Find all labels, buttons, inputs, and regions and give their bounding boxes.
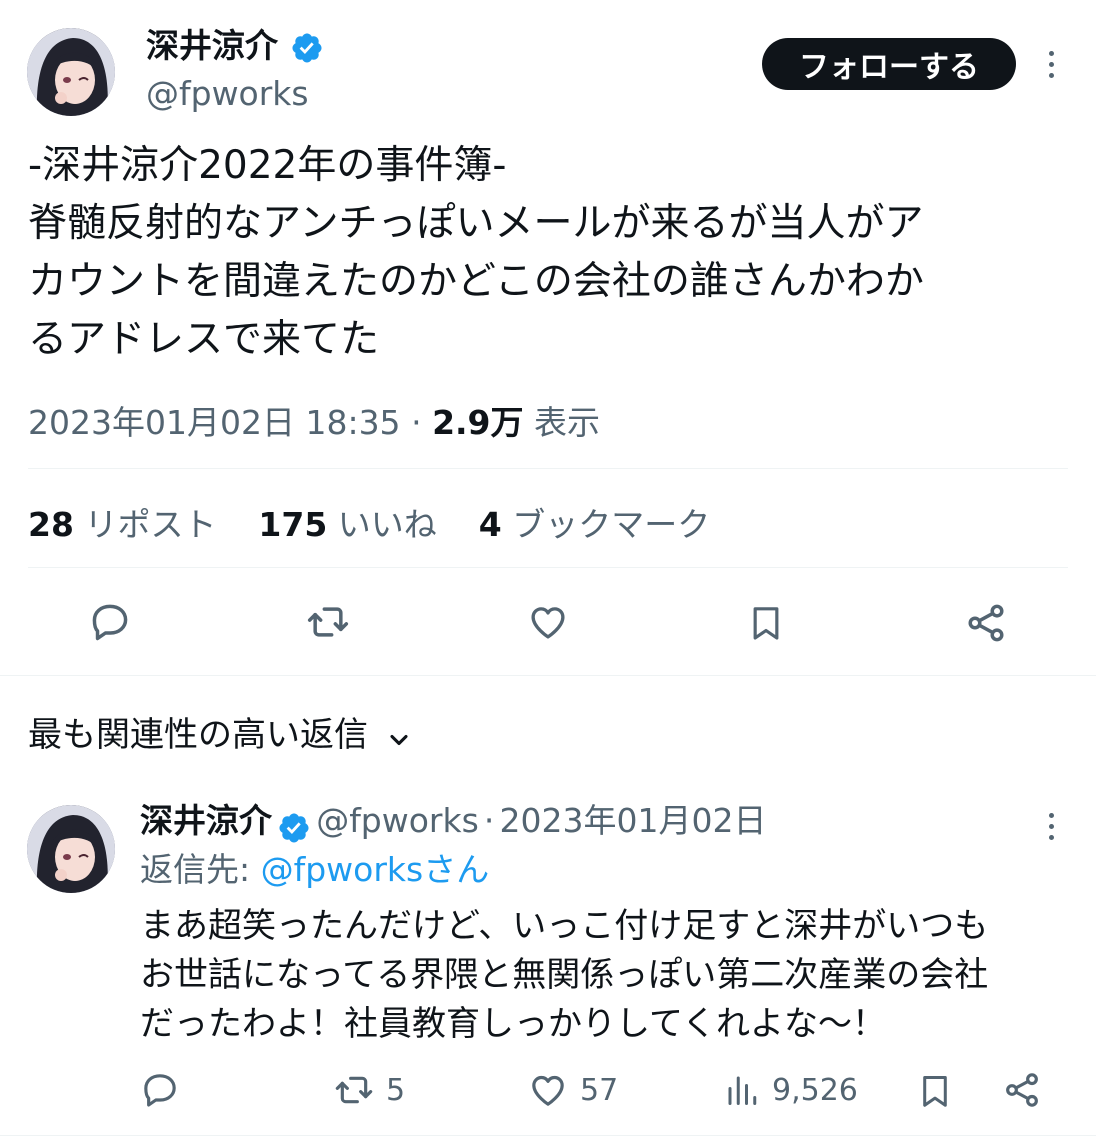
bookmarks-stat[interactable]: 4 ブックマーク (479, 505, 710, 544)
reply-retweet-action[interactable]: 5 (334, 1070, 405, 1110)
meta-separator: · (411, 403, 422, 442)
reply-to-prefix: 返信先: (140, 850, 261, 889)
author-name[interactable]: 深井涼介 (146, 26, 324, 66)
follow-button[interactable]: フォローする (762, 38, 1016, 90)
reply-author-handle[interactable]: @fpworks (316, 801, 479, 840)
bookmarks-label: ブックマーク (512, 505, 711, 544)
section-divider (0, 675, 1096, 676)
reply-to-handle-link[interactable]: @fpworksさん (261, 850, 490, 889)
replies-sort-label: 最も関連性の高い返信 (28, 715, 368, 755)
author-handle[interactable]: @fpworks (146, 74, 309, 114)
reply-icon[interactable] (140, 1070, 180, 1110)
tweet-meta: 2023年01月02日 18:35 · 2.9万 表示 (28, 396, 600, 444)
reply-author-name[interactable]: 深井涼介 (140, 801, 272, 840)
more-dots-icon[interactable] (1036, 44, 1066, 84)
divider (28, 468, 1068, 469)
like-count: 57 (580, 1072, 619, 1108)
bookmark-icon[interactable] (746, 600, 786, 646)
share-icon[interactable] (1002, 1070, 1042, 1110)
bookmarks-count: 4 (478, 505, 502, 544)
bookmark-icon[interactable] (916, 1070, 954, 1112)
verified-badge-icon (277, 811, 311, 845)
likes-label: いいね (337, 505, 437, 544)
retweet-icon[interactable] (305, 600, 351, 644)
reply-date[interactable]: 2023年01月02日 (500, 801, 767, 840)
views-label: 表示 (534, 403, 601, 442)
verified-badge-icon (290, 31, 324, 65)
views-count: 2.9万 (432, 403, 524, 442)
reply-author-avatar[interactable] (27, 805, 115, 893)
tweet-text: -深井涼介2022年の事件簿- 脊髄反射的なアンチっぽいメールが来るが当人がア … (28, 143, 924, 362)
share-icon[interactable] (964, 601, 1008, 645)
reply-to-line: 返信先: @fpworksさん (140, 850, 489, 890)
replies-sort-selector[interactable]: 最も関連性の高い返信 (28, 707, 413, 756)
reply-more-dots-icon[interactable] (1036, 806, 1066, 846)
divider (28, 567, 1068, 568)
heart-icon (528, 1070, 568, 1110)
reposts-stat[interactable]: 28 リポスト (28, 505, 216, 544)
reply-separator: · (483, 801, 495, 840)
author-name-text[interactable]: 深井涼介 (146, 26, 278, 65)
reply-views-action[interactable]: 9,526 (724, 1070, 858, 1110)
reply-like-action[interactable]: 57 (528, 1070, 618, 1110)
tweet-timestamp[interactable]: 2023年01月02日 18:35 (28, 403, 401, 442)
retweet-count: 5 (386, 1072, 406, 1108)
author-avatar[interactable] (27, 28, 115, 116)
likes-stat[interactable]: 175 いいね (258, 505, 436, 544)
views-chart-icon (724, 1070, 760, 1110)
heart-icon[interactable] (526, 601, 570, 643)
reposts-label: リポスト (84, 505, 217, 544)
chevron-down-icon (385, 723, 413, 751)
retweet-icon (334, 1070, 374, 1110)
views-count: 9,526 (772, 1072, 858, 1108)
reply-header: 深井涼介 @fpworks · 2023年01月02日 (140, 801, 766, 845)
reposts-count: 28 (28, 505, 74, 544)
reply-icon[interactable] (88, 600, 132, 644)
divider (0, 1135, 1096, 1136)
likes-count: 175 (258, 505, 328, 544)
reply-text: まあ超笑ったんだけど、いっこ付け足すと深井がいつも お世話になってる界隈と無関係… (140, 906, 989, 1044)
tweet-stats: 28 リポスト 175 いいね 4 ブックマーク (28, 498, 710, 546)
